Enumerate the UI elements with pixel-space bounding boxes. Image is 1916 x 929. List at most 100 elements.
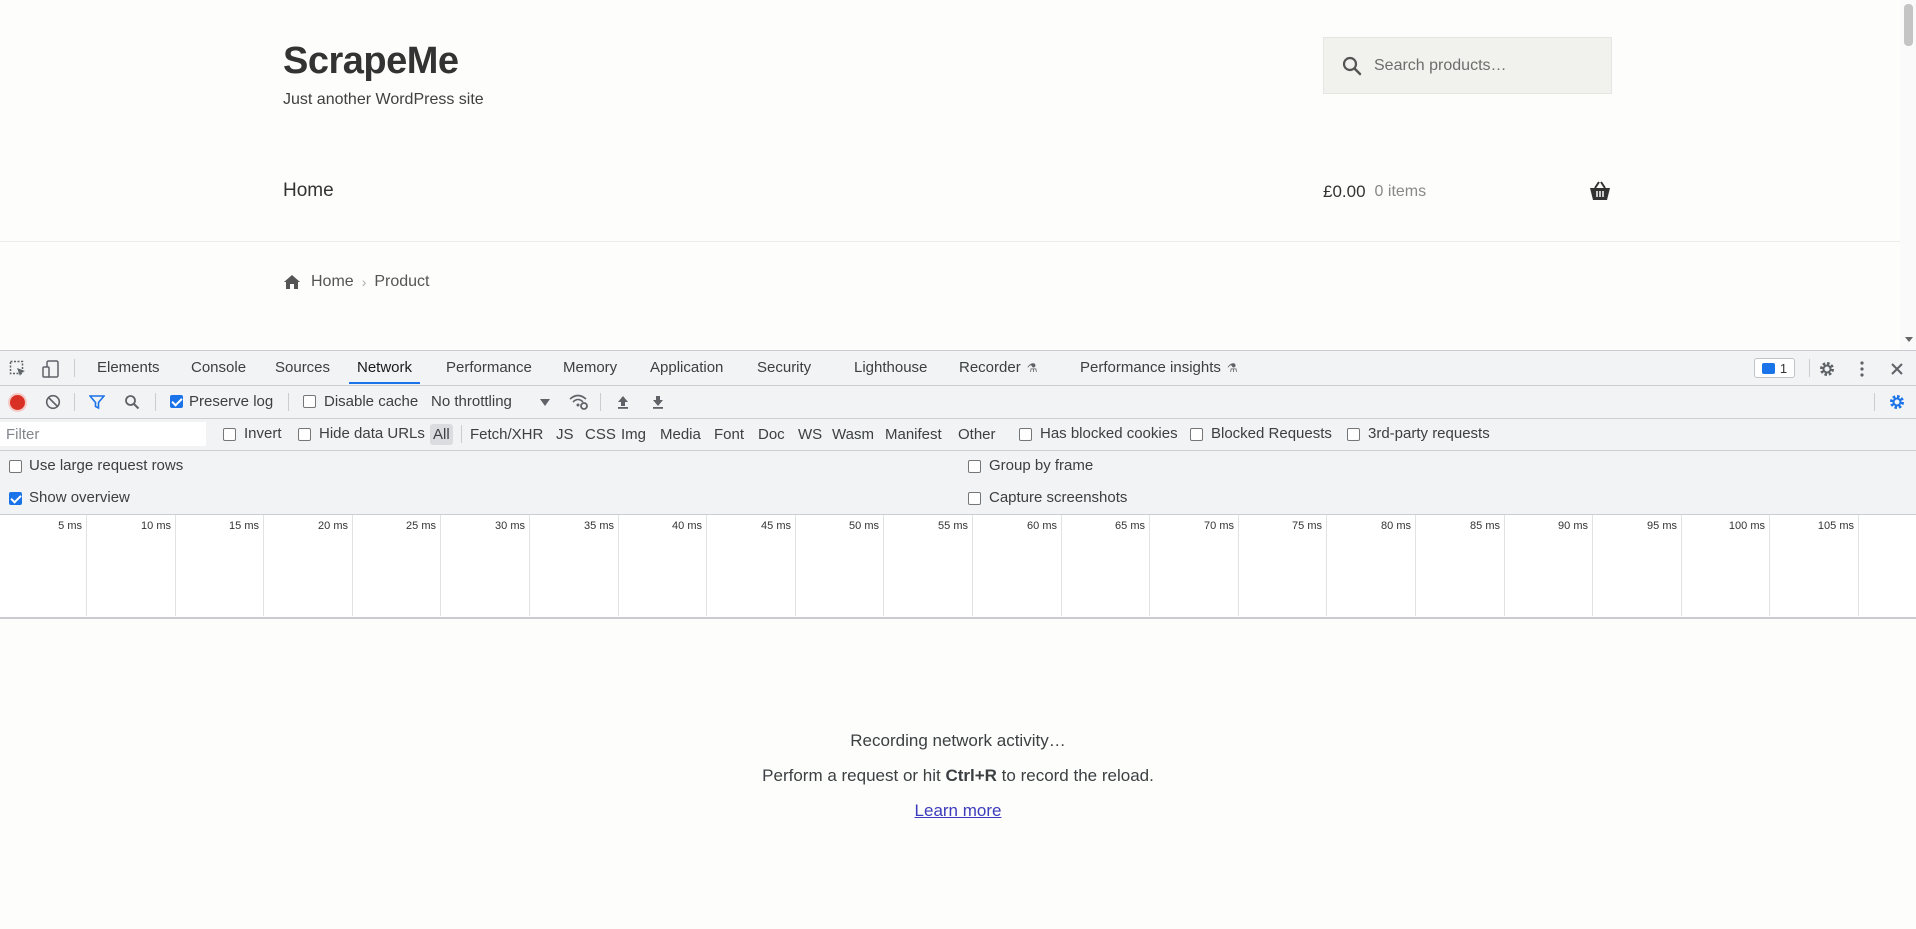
- download-icon[interactable]: [650, 394, 666, 410]
- toolbar-divider: [155, 393, 156, 411]
- type-filter-all[interactable]: All: [430, 424, 453, 445]
- product-search[interactable]: [1323, 37, 1612, 94]
- timeline-gridline: [1238, 515, 1239, 616]
- type-filter-ws[interactable]: WS: [795, 424, 825, 445]
- timeline-tick-label: 65 ms: [1115, 520, 1145, 532]
- learn-more-link[interactable]: Learn more: [915, 801, 1002, 820]
- invert-label[interactable]: Invert: [244, 425, 282, 442]
- blocked-requests-label[interactable]: Blocked Requests: [1211, 425, 1332, 442]
- show-overview-checkbox[interactable]: [9, 492, 22, 505]
- throttling-select[interactable]: No throttling: [431, 393, 512, 410]
- tab-application[interactable]: Application: [650, 351, 723, 384]
- network-settings-icon[interactable]: [1888, 393, 1906, 411]
- type-filter-js[interactable]: JS: [553, 424, 577, 445]
- gear-icon[interactable]: [1818, 360, 1836, 378]
- timeline-tick-label: 100 ms: [1728, 520, 1765, 532]
- hide-data-urls-label[interactable]: Hide data URLs: [319, 425, 425, 442]
- tab-console[interactable]: Console: [191, 351, 246, 384]
- tab-lighthouse[interactable]: Lighthouse: [854, 351, 927, 384]
- cart-summary[interactable]: £0.00 0 items: [1323, 180, 1612, 204]
- site-title[interactable]: ScrapeMe: [283, 40, 459, 83]
- chevron-down-icon[interactable]: [540, 399, 550, 406]
- has-blocked-cookies-checkbox[interactable]: [1019, 428, 1032, 441]
- timeline-tick-label: 50 ms: [849, 520, 879, 532]
- network-settings-panel: Use large request rows Group by frame Sh…: [0, 451, 1916, 515]
- tab-elements[interactable]: Elements: [97, 351, 160, 384]
- group-by-frame-checkbox[interactable]: [968, 460, 981, 473]
- close-icon[interactable]: [1888, 360, 1906, 378]
- reload-hint-post: to record the reload.: [996, 766, 1154, 785]
- breadcrumb-home[interactable]: Home: [311, 273, 354, 291]
- clear-icon[interactable]: [45, 394, 61, 410]
- type-filter-media[interactable]: Media: [657, 424, 704, 445]
- type-filter-css[interactable]: CSS: [582, 424, 619, 445]
- timeline-gridline: [1858, 515, 1859, 616]
- preserve-log-label[interactable]: Preserve log: [189, 393, 273, 410]
- tab-network[interactable]: Network: [349, 351, 421, 384]
- cart-amount: £0.00: [1323, 182, 1366, 201]
- timeline-gridline: [1592, 515, 1593, 616]
- tab-sources[interactable]: Sources: [275, 351, 330, 384]
- tab-recorder[interactable]: Recorder ⚗: [959, 351, 1037, 384]
- has-blocked-cookies-label[interactable]: Has blocked cookies: [1040, 425, 1178, 442]
- show-overview-label[interactable]: Show overview: [29, 489, 130, 506]
- timeline-tick-label: 40 ms: [672, 520, 702, 532]
- filter-icon[interactable]: [89, 394, 105, 410]
- search-network-icon[interactable]: [124, 394, 140, 410]
- timeline-gridline: [883, 515, 884, 616]
- type-filter-wasm[interactable]: Wasm: [829, 424, 877, 445]
- group-by-frame-label[interactable]: Group by frame: [989, 457, 1093, 474]
- type-filter-fetch-xhr[interactable]: Fetch/XHR: [467, 424, 546, 445]
- page-scrollbar[interactable]: [1900, 0, 1916, 350]
- network-overview-timeline[interactable]: 5 ms 10 ms 15 ms 20 ms 25 ms 30 ms 35 ms 40 ms 4…: [0, 515, 1916, 619]
- capture-screenshots-label[interactable]: Capture screenshots: [989, 489, 1127, 506]
- disable-cache-checkbox[interactable]: [303, 395, 316, 408]
- third-party-requests-label[interactable]: 3rd-party requests: [1368, 425, 1490, 442]
- network-toolbar: Preserve log Disable cache No throttling: [0, 386, 1916, 419]
- third-party-requests-checkbox[interactable]: [1347, 428, 1360, 441]
- scrollbar-thumb[interactable]: [1904, 4, 1913, 46]
- flask-icon: ⚗: [1026, 361, 1038, 375]
- type-filter-other[interactable]: Other: [955, 424, 999, 445]
- upload-icon[interactable]: [615, 394, 631, 410]
- wifi-settings-icon[interactable]: [569, 393, 589, 411]
- type-filter-manifest[interactable]: Manifest: [882, 424, 945, 445]
- tab-memory[interactable]: Memory: [563, 351, 617, 384]
- timeline-tick-label: 75 ms: [1292, 520, 1322, 532]
- capture-screenshots-checkbox[interactable]: [968, 492, 981, 505]
- type-filter-doc[interactable]: Doc: [755, 424, 788, 445]
- preserve-log-checkbox[interactable]: [170, 395, 183, 408]
- issues-counter[interactable]: 1: [1754, 358, 1795, 378]
- scroll-down-arrow[interactable]: [1905, 337, 1913, 342]
- record-icon[interactable]: [10, 395, 25, 410]
- reload-hint: Perform a request or hit Ctrl+R to recor…: [0, 766, 1916, 786]
- disable-cache-label[interactable]: Disable cache: [324, 393, 418, 410]
- type-filter-img[interactable]: Img: [618, 424, 649, 445]
- filter-input[interactable]: [0, 422, 206, 446]
- cart-item-count: 0 items: [1374, 183, 1427, 200]
- nav-home-link[interactable]: Home: [283, 180, 334, 202]
- basket-icon[interactable]: [1588, 180, 1612, 202]
- tab-performance[interactable]: Performance: [446, 351, 532, 384]
- hide-data-urls-checkbox[interactable]: [298, 428, 311, 441]
- tab-performance-insights[interactable]: Performance insights ⚗: [1080, 351, 1238, 384]
- invert-checkbox[interactable]: [223, 428, 236, 441]
- type-filter-font[interactable]: Font: [711, 424, 747, 445]
- home-icon: [284, 275, 300, 289]
- search-input[interactable]: [1372, 55, 1606, 76]
- blocked-requests-checkbox[interactable]: [1190, 428, 1203, 441]
- timeline-gridline: [1061, 515, 1062, 616]
- kebab-icon[interactable]: [1853, 360, 1871, 378]
- timeline-tick-label: 55 ms: [938, 520, 968, 532]
- toolbar-divider: [288, 393, 289, 411]
- large-rows-label[interactable]: Use large request rows: [29, 457, 183, 474]
- tab-security[interactable]: Security: [757, 351, 811, 384]
- large-rows-checkbox[interactable]: [9, 460, 22, 473]
- toolbar-divider: [74, 393, 75, 411]
- timeline-gridline: [175, 515, 176, 616]
- device-icon[interactable]: [42, 360, 60, 378]
- breadcrumb: Home › Product: [283, 273, 430, 291]
- timeline-tick-label: 25 ms: [406, 520, 436, 532]
- inspect-icon[interactable]: [9, 360, 27, 378]
- timeline-tick-label: 60 ms: [1027, 520, 1057, 532]
